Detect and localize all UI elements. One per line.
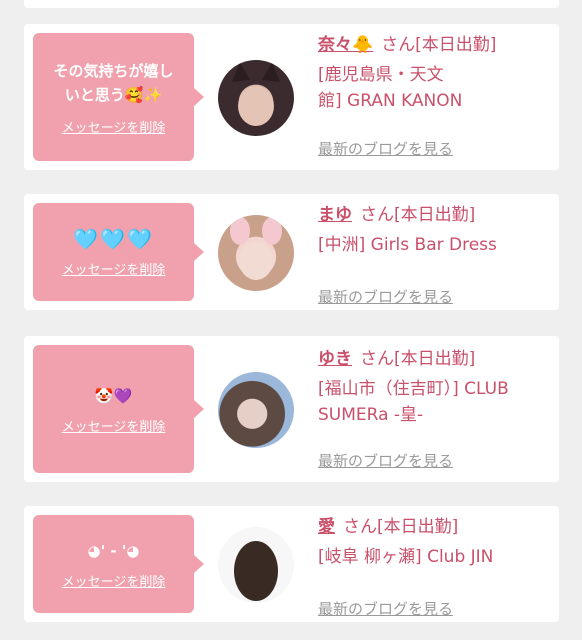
message-text: ◕' - '◕ — [87, 541, 140, 560]
shop-name: [福山市（住吉町）] CLUB SUMERa -皇- — [318, 379, 509, 425]
delete-message-link[interactable]: メッセージを削除 — [62, 259, 166, 278]
delete-message-link[interactable]: メッセージを削除 — [62, 571, 166, 590]
cast-name-link[interactable]: 奈々🐥 — [318, 35, 373, 55]
cast-status: さん[本日出勤] — [343, 517, 459, 537]
message-card: その気持ちが嬉し いと思う🥰✨ メッセージを削除 奈々🐥 さん[本日出勤] [鹿児… — [24, 24, 559, 170]
message-card: ◕' - '◕ メッセージを削除 愛さん[本日出勤] [岐阜 柳ヶ瀬] Club… — [24, 506, 559, 622]
cast-status: さん[本日出勤] — [360, 205, 476, 225]
cast-name-link[interactable]: ゆき — [318, 349, 352, 369]
shop-name: [中洲] Girls Bar Dress — [318, 235, 497, 255]
message-card: 🤡💜 メッセージを削除 ゆき さん[本日出勤] [福山市（住吉町）] CLUB S… — [24, 336, 559, 482]
latest-blog-link[interactable]: 最新のブログを見る — [318, 598, 453, 619]
avatar[interactable] — [218, 527, 294, 603]
hair-back-icon — [234, 541, 278, 601]
latest-blog-link[interactable]: 最新のブログを見る — [318, 450, 453, 471]
message-card: 🩵🩵🩵 メッセージを削除 まゆ さん[本日出勤] [中洲] Girls Bar D… — [24, 194, 559, 310]
latest-blog-link[interactable]: 最新のブログを見る — [318, 138, 453, 159]
cat-ears-icon — [232, 62, 280, 126]
cast-status: さん[本日出勤] — [360, 349, 476, 369]
message-text: その気持ちが嬉し いと思う🥰✨ — [53, 61, 174, 104]
message-bubble: その気持ちが嬉し いと思う🥰✨ メッセージを削除 — [33, 33, 204, 161]
cast-status: さん[本日出勤] — [381, 35, 497, 55]
avatar[interactable] — [218, 372, 294, 448]
avatar[interactable] — [218, 60, 294, 136]
message-text: 🩵🩵🩵 — [73, 226, 154, 251]
previous-card-edge — [24, 0, 559, 8]
bunny-ears-icon — [230, 217, 282, 280]
message-bubble: 🤡💜 メッセージを削除 — [33, 345, 204, 473]
shop-name: [岐阜 柳ヶ瀬] Club JIN — [318, 547, 494, 567]
latest-blog-link[interactable]: 最新のブログを見る — [318, 286, 453, 307]
delete-message-link[interactable]: メッセージを削除 — [62, 117, 166, 136]
cast-name-link[interactable]: 愛 — [318, 517, 335, 537]
shop-name: [鹿児島県・天文 館] GRAN KANON — [318, 65, 463, 111]
message-bubble: 🩵🩵🩵 メッセージを削除 — [33, 203, 204, 301]
delete-message-link[interactable]: メッセージを削除 — [62, 416, 166, 435]
message-bubble: ◕' - '◕ メッセージを削除 — [33, 515, 204, 613]
message-text: 🤡💜 — [94, 386, 133, 405]
cast-name-link[interactable]: まゆ — [318, 205, 352, 225]
avatar[interactable] — [218, 215, 294, 291]
